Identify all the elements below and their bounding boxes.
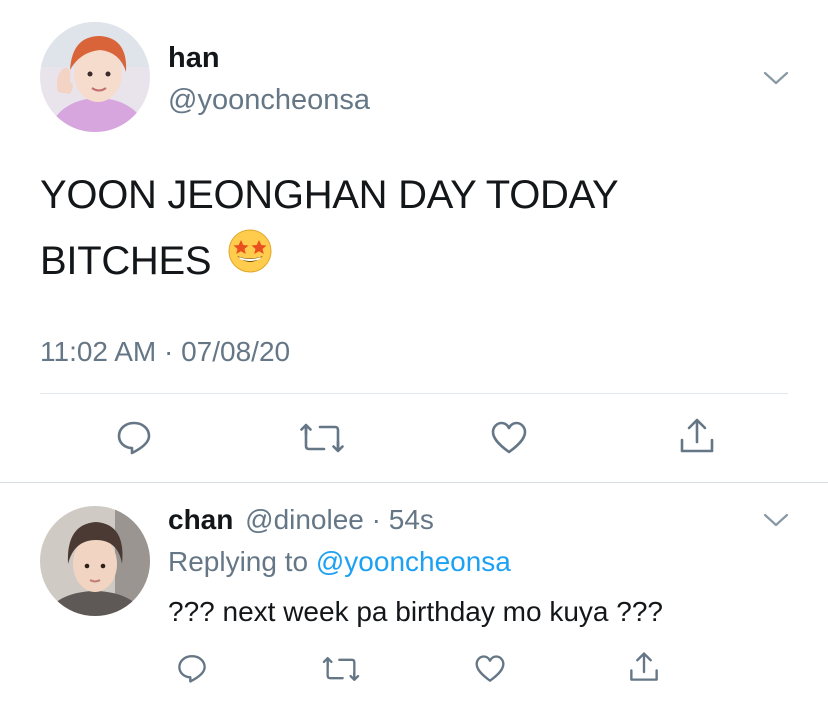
retweet-icon[interactable] — [300, 420, 344, 456]
reply-time[interactable]: · 54s — [372, 504, 434, 535]
reply-icon[interactable] — [176, 652, 208, 684]
reply-text: ??? next week pa birthday mo kuya ??? — [168, 596, 663, 627]
replying-to: Replying to @yooncheonsa — [168, 546, 511, 578]
star-struck-emoji-icon — [227, 228, 273, 294]
chevron-down-icon[interactable] — [762, 68, 790, 88]
tweet-handle[interactable]: @yooncheonsa — [168, 84, 370, 117]
reply-display-name[interactable]: chan — [168, 504, 233, 535]
chevron-down-icon[interactable] — [762, 510, 790, 530]
replying-to-mention[interactable]: @yooncheonsa — [316, 546, 511, 577]
reply-handle[interactable]: @dinolee — [245, 504, 364, 535]
tweet-text: YOON JEONGHAN DAY TODAY BITCHES — [40, 162, 800, 294]
avatar-chan[interactable] — [40, 506, 150, 616]
tweet-text-line2-wrap: BITCHES — [40, 228, 800, 294]
retweet-icon[interactable] — [322, 654, 360, 684]
section-divider — [0, 482, 828, 483]
heart-icon[interactable] — [474, 654, 506, 684]
share-icon[interactable] — [628, 650, 660, 684]
divider — [40, 393, 788, 394]
share-icon[interactable] — [678, 416, 716, 456]
reply-icon[interactable] — [115, 418, 153, 456]
tweet-text-line2: BITCHES — [40, 239, 212, 283]
tweet-timestamp[interactable]: 11:02 AM · 07/08/20 — [40, 336, 290, 368]
heart-icon[interactable] — [490, 420, 528, 456]
tweet-text-line1: YOON JEONGHAN DAY TODAY — [40, 173, 619, 217]
avatar-han[interactable] — [40, 22, 150, 132]
replying-to-label: Replying to — [168, 546, 309, 577]
tweet-display-name[interactable]: han — [168, 42, 220, 75]
reply-header: chan @dinolee · 54s — [168, 504, 434, 536]
